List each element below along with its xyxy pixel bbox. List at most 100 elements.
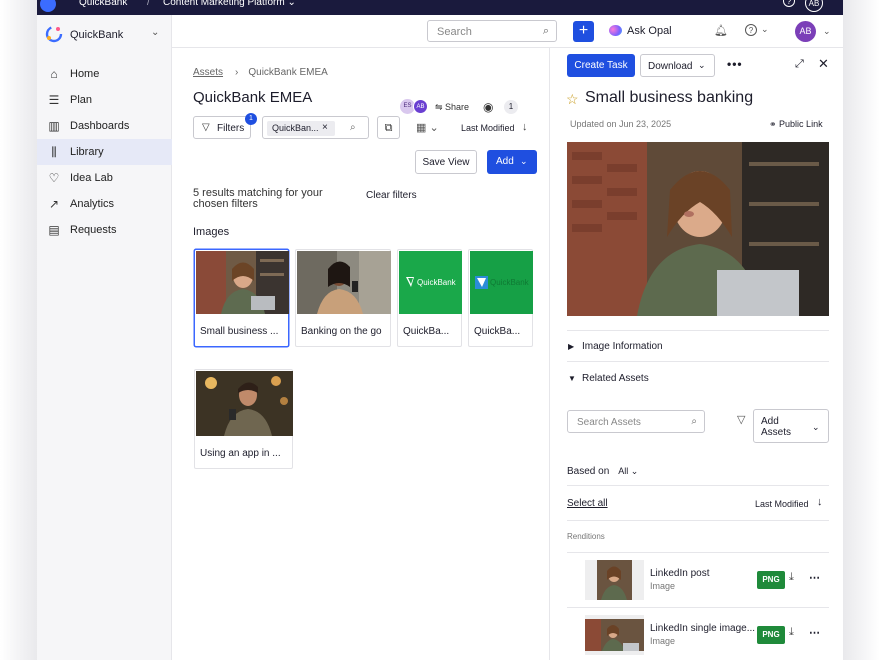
filters-button[interactable]: ▽ Filters	[193, 116, 251, 139]
add-assets-button[interactable]: Add Assets ⌄	[753, 409, 829, 443]
add-assets-label: Add Assets	[761, 416, 792, 438]
chevron-down-icon: ⌄	[698, 60, 706, 70]
app-logo-icon[interactable]	[40, 0, 56, 12]
expand-icon[interactable]: ⤢	[795, 58, 804, 71]
document-icon: ▤	[48, 223, 60, 237]
global-search-input[interactable]: Search ⌕	[427, 20, 557, 42]
sidebar-item-library[interactable]: ⫼ Library	[37, 139, 172, 165]
more-options-icon[interactable]: ⋯	[809, 626, 820, 639]
app-window: QuickBank / Content Marketing Platform ⌄…	[37, 0, 843, 660]
create-plus-button[interactable]: +	[573, 21, 594, 42]
sort-dropdown[interactable]: Last Modified	[461, 123, 515, 133]
asset-preview-image	[567, 142, 829, 316]
section-title: Images	[193, 226, 230, 238]
asset-card-caption: Banking on the go	[301, 326, 382, 337]
create-task-button[interactable]: Create Task	[567, 54, 635, 77]
filter-search-field[interactable]: QuickBan... × ⌕	[262, 116, 369, 139]
filter-chip[interactable]: QuickBan... ×	[267, 121, 335, 136]
search-icon: ⌕	[542, 25, 549, 37]
topbar-avatar[interactable]: AB	[805, 0, 823, 12]
library-icon: ⫼	[51, 145, 57, 159]
more-options-icon[interactable]: ⋯	[809, 571, 820, 584]
chevron-down-icon: ⌄	[151, 27, 160, 38]
home-icon: ⌂	[50, 67, 58, 81]
select-all-link[interactable]: Select all	[567, 498, 608, 509]
close-icon[interactable]: ×	[322, 122, 328, 133]
asset-card[interactable]: QuickBank QuickBa...	[397, 249, 462, 347]
download-icon[interactable]: ⤓	[789, 626, 794, 639]
search-icon: ⌕	[691, 416, 697, 427]
user-avatar[interactable]: AB	[795, 21, 816, 42]
sidebar-item-home[interactable]: ⌂ Home	[37, 61, 172, 87]
sidebar-item-idea-lab[interactable]: ♡ Idea Lab	[37, 165, 172, 191]
chevron-down-icon[interactable]: ⌄	[823, 26, 831, 37]
platform-switcher[interactable]: Content Marketing Platform ⌄	[163, 0, 296, 8]
add-button[interactable]: Add ⌄	[487, 150, 537, 174]
watchers-count: 1	[504, 100, 518, 114]
search-assets-input[interactable]: Search Assets ⌕	[567, 410, 705, 433]
window-shadow-left	[0, 0, 37, 660]
based-on-filter[interactable]: Based on All ⌄	[567, 466, 638, 477]
share-button[interactable]: ⇋ Share	[435, 102, 469, 113]
search-icon[interactable]: ⌕	[350, 122, 356, 133]
rendition-type: Image	[650, 636, 676, 646]
image-information-toggle[interactable]: ▶ Image Information	[568, 341, 663, 352]
rendition-name: LinkedIn post	[650, 568, 710, 579]
workspace-logo-icon	[45, 25, 63, 43]
based-on-value: All ⌄	[618, 466, 639, 476]
caret-down-icon: ▼	[568, 374, 576, 383]
watchers-eye-icon[interactable]: ◉	[483, 100, 493, 114]
close-icon[interactable]: ✕	[818, 56, 829, 72]
asset-card[interactable]: Using an app in ...	[194, 369, 293, 469]
breadcrumb-current: QuickBank EMEA	[248, 67, 328, 78]
asset-thumbnail: QuickBank	[470, 251, 533, 314]
asset-thumbnail	[297, 251, 391, 314]
sort-direction-icon[interactable]: ↓	[522, 121, 528, 133]
sidebar-item-label: Library	[70, 146, 104, 158]
filters-label: Filters	[217, 123, 245, 134]
chevron-down-icon[interactable]: ⌄	[761, 24, 769, 35]
opal-icon	[609, 25, 622, 36]
bar-chart-icon: ▥	[48, 119, 60, 133]
asset-card[interactable]: Banking on the go	[295, 249, 391, 347]
sidebar-item-label: Analytics	[70, 198, 115, 210]
filter-icon[interactable]: ▽	[737, 413, 745, 426]
sort-direction-icon[interactable]: ↓	[817, 496, 823, 508]
related-assets-toggle[interactable]: ▼ Related Assets	[568, 373, 649, 384]
sidebar-item-requests[interactable]: ▤ Requests	[37, 217, 172, 243]
help-icon[interactable]: ?	[783, 0, 795, 7]
public-link-button[interactable]: ⚭ Public Link	[769, 119, 823, 130]
rendition-row[interactable]: LinkedIn post Image PNG ⤓ ⋯	[567, 552, 829, 606]
brand-name[interactable]: QuickBank	[79, 0, 127, 8]
more-options-icon[interactable]: •••	[727, 57, 743, 71]
divider	[567, 361, 829, 362]
updated-date: Updated on Jun 23, 2025	[570, 119, 672, 129]
save-view-button[interactable]: Save View	[415, 150, 477, 174]
link-icon: ⚭	[769, 119, 780, 129]
sidebar-item-analytics[interactable]: ↗ Analytics	[37, 191, 172, 217]
divider	[567, 485, 829, 486]
asset-thumbnail: QuickBank	[399, 251, 462, 314]
top-bar: QuickBank / Content Marketing Platform ⌄…	[37, 0, 843, 15]
notifications-bell-icon[interactable]: 🔔︎	[714, 24, 728, 37]
sidebar: QuickBank ⌄ ⌂ Home ☰ Plan ▥ Dashboards ⫼…	[37, 15, 172, 660]
download-icon[interactable]: ⤓	[789, 571, 794, 584]
renditions-heading: Renditions	[567, 532, 605, 541]
asset-card[interactable]: Small business ...	[194, 249, 289, 347]
add-button-label: Add	[496, 156, 514, 167]
search-placeholder: Search	[437, 26, 472, 38]
breadcrumb-assets-link[interactable]: Assets	[193, 67, 223, 78]
help-icon[interactable]: ?	[745, 24, 757, 36]
sidebar-item-dashboards[interactable]: ▥ Dashboards	[37, 113, 172, 139]
rendition-row[interactable]: LinkedIn single image... Image PNG ⤓ ⋯	[567, 607, 829, 660]
asset-card[interactable]: QuickBank QuickBa...	[468, 249, 533, 347]
sidebar-item-plan[interactable]: ☰ Plan	[37, 87, 172, 113]
download-button[interactable]: Download ⌄	[640, 54, 715, 77]
view-mode-grid-icon[interactable]: ▦ ⌄	[416, 121, 439, 134]
copy-icon[interactable]: ⧉	[377, 116, 400, 139]
clear-filters-link[interactable]: Clear filters	[366, 190, 417, 201]
favorite-star-icon[interactable]: ☆	[566, 91, 579, 108]
workspace-switcher[interactable]: QuickBank ⌄	[45, 25, 165, 45]
sort-dropdown[interactable]: Last Modified	[755, 499, 809, 509]
filter-icon: ▽	[202, 122, 210, 133]
